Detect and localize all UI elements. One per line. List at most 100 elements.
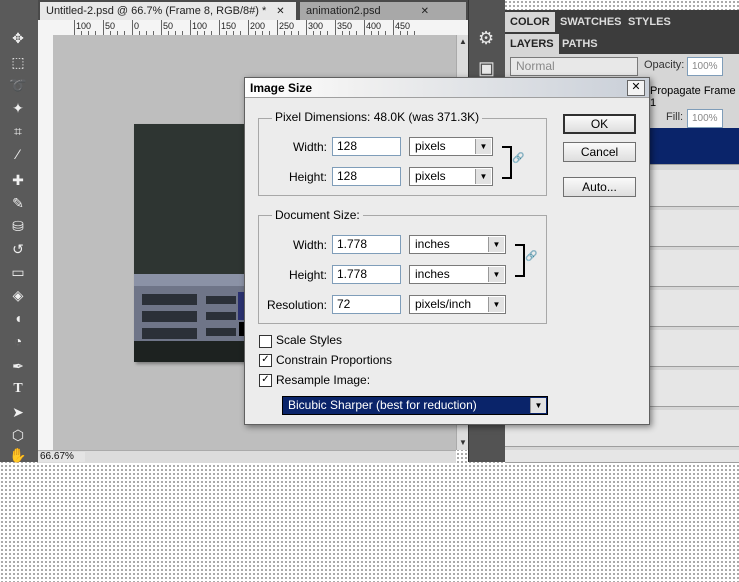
dialog-title-bar[interactable]: Image Size ✕ (245, 78, 649, 98)
type-tool-icon[interactable]: T (7, 379, 29, 399)
resample-image-checkbox[interactable]: ✓ (259, 374, 272, 387)
doc-height-unit-select[interactable]: inches ▼ (409, 265, 506, 284)
healing-tool-icon[interactable]: ✚ (7, 170, 29, 190)
ruler-number: 200 (250, 21, 266, 31)
doc-width-unit: inches (415, 237, 450, 251)
opacity-field[interactable]: 100% (687, 57, 723, 76)
tab-animation2[interactable]: animation2.psd ✕ (300, 2, 466, 20)
vertical-ruler (38, 35, 54, 450)
magic-wand-tool-icon[interactable]: ✦ (7, 98, 29, 118)
tab-layers[interactable]: LAYERS (505, 34, 559, 54)
tab-color[interactable]: COLOR (505, 12, 555, 32)
doc-width-field[interactable]: 1.778 (332, 235, 401, 254)
scroll-up-icon[interactable]: ▲ (459, 37, 467, 46)
pixel-width-field[interactable]: 128 (332, 137, 401, 156)
blur-tool-icon[interactable]: ◖ (7, 308, 29, 328)
ruler-number: 100 (76, 21, 92, 31)
eraser-tool-icon[interactable]: ▭ (7, 262, 29, 282)
chevron-down-icon: ▼ (475, 169, 491, 184)
blend-mode-value: Normal (516, 59, 555, 73)
path-selection-tool-icon[interactable]: ➤ (7, 402, 29, 422)
chevron-down-icon: ▼ (530, 398, 546, 413)
pixel-height-field[interactable]: 128 (332, 167, 401, 186)
eyedropper-tool-icon[interactable]: ⁄ (7, 144, 29, 164)
document-image (134, 124, 254, 362)
resolution-field[interactable]: 72 (332, 295, 401, 314)
tab-title: animation2.psd (306, 5, 381, 17)
scale-styles-checkbox[interactable] (259, 335, 272, 348)
navigator-icon[interactable]: ⚙ (478, 28, 494, 49)
tab-untitled-2[interactable]: Untitled-2.psd @ 66.7% (Frame 8, RGB/8#)… (40, 2, 296, 20)
fill-field[interactable]: 100% (687, 109, 723, 128)
tab-styles[interactable]: STYLES (623, 12, 676, 32)
constrain-proportions-label: Constrain Proportions (276, 353, 393, 367)
pixel-dimensions-legend: Pixel Dimensions: 48.0K (was 371.3K) (272, 110, 483, 124)
lasso-tool-icon[interactable]: ➰ (7, 75, 29, 95)
ruler-tick (103, 20, 104, 35)
layers-panel-tabs: LAYERS PATHS (505, 32, 739, 54)
tab-paths[interactable]: PATHS (557, 34, 603, 54)
hand-tool-icon[interactable]: ✋ (7, 448, 29, 462)
link-bracket (515, 244, 525, 277)
constrain-proportions-checkbox[interactable]: ✓ (259, 354, 272, 367)
resolution-label: Resolution: (266, 298, 327, 312)
close-icon[interactable]: ✕ (276, 6, 284, 17)
histogram-icon[interactable]: ▣ (478, 58, 495, 79)
ruler-number: 400 (366, 21, 382, 31)
pen-tool-icon[interactable]: ✒ (7, 356, 29, 376)
blend-mode-select[interactable]: Normal (510, 57, 638, 76)
move-tool-icon[interactable]: ✥ (7, 28, 29, 48)
resample-method-select[interactable]: Bicubic Sharper (best for reduction) ▼ (282, 396, 548, 415)
ruler-number: 100 (192, 21, 208, 31)
marquee-tool-icon[interactable]: ⬚ (7, 52, 29, 72)
brush-tool-icon[interactable]: ✎ (7, 193, 29, 213)
history-brush-tool-icon[interactable]: ↺ (7, 239, 29, 259)
paint-bucket-tool-icon[interactable]: ◈ (7, 285, 29, 305)
close-icon[interactable]: ✕ (627, 80, 645, 96)
ruler-tick (248, 20, 249, 35)
tab-swatches[interactable]: SWATCHES (555, 12, 627, 32)
scroll-down-icon[interactable]: ▼ (459, 438, 467, 447)
shape-tool-icon[interactable]: ⬡ (7, 425, 29, 445)
ok-button[interactable]: OK (563, 114, 636, 134)
pixel-height-label: Height: (288, 170, 327, 184)
ruler-tick (190, 20, 191, 35)
doc-height-field[interactable]: 1.778 (332, 265, 401, 284)
ruler-number: 50 (163, 21, 174, 31)
chevron-down-icon: ▼ (488, 267, 504, 282)
zoom-level[interactable]: 66.67% (38, 452, 85, 462)
image-content (134, 124, 254, 362)
ruler-tick (277, 20, 278, 35)
pixel-width-unit-select[interactable]: pixels ▼ (409, 137, 493, 156)
link-icon: 🔗 (525, 251, 538, 262)
pixel-width-label: Width: (292, 140, 327, 154)
propagate-frame-label[interactable]: Propagate Frame 1 (650, 85, 739, 109)
ruler-tick (393, 20, 394, 35)
close-icon[interactable]: ✕ (421, 6, 429, 17)
ruler-number: 450 (395, 21, 411, 31)
document-size-legend: Document Size: (272, 208, 363, 222)
cancel-button[interactable]: Cancel (563, 142, 636, 162)
pixel-height-unit-select[interactable]: pixels ▼ (409, 167, 493, 186)
image-size-dialog: Image Size ✕ Pixel Dimensions: 48.0K (wa… (244, 77, 650, 425)
auto-button[interactable]: Auto... (563, 177, 636, 197)
resolution-unit-select[interactable]: pixels/inch ▼ (409, 295, 506, 314)
doc-width-unit-select[interactable]: inches ▼ (409, 235, 506, 254)
ruler-tick (306, 20, 307, 35)
pixel-height-unit: pixels (415, 169, 446, 183)
dialog-title: Image Size (250, 81, 313, 95)
layer-row[interactable] (505, 450, 739, 463)
link-icon: 🔗 (512, 153, 525, 164)
scale-styles-label: Scale Styles (276, 333, 343, 347)
stamp-tool-icon[interactable]: ⛁ (7, 216, 29, 236)
crop-tool-icon[interactable]: ⌗ (7, 121, 29, 141)
chevron-down-icon: ▼ (475, 139, 491, 154)
doc-height-label: Height: (288, 268, 327, 282)
dodge-tool-icon[interactable]: ◔ (7, 331, 29, 351)
chevron-down-icon: ▼ (488, 237, 504, 252)
doc-width-label: Width: (292, 238, 327, 252)
resolution-unit: pixels/inch (415, 297, 472, 311)
ruler-number: 250 (279, 21, 295, 31)
ruler-tick (219, 20, 220, 35)
horizontal-scrollbar[interactable] (38, 450, 456, 463)
